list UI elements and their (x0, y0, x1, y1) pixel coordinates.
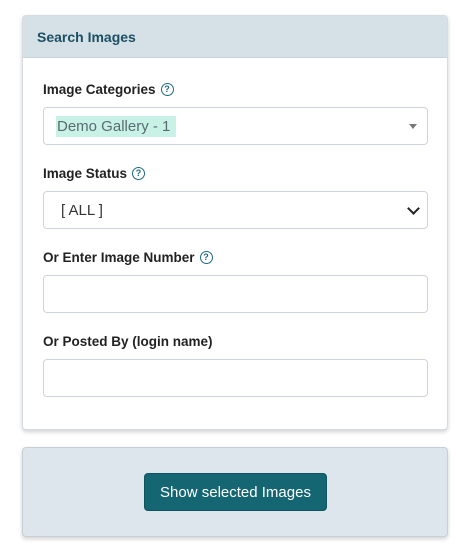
posted-by-label: Or Posted By (login name) (43, 332, 427, 350)
image-categories-select[interactable]: Demo Gallery - 1 (43, 107, 428, 145)
image-categories-selected: Demo Gallery - 1 (56, 115, 177, 137)
panel-title: Search Images (37, 28, 136, 45)
image-status-label: Image Status ? (43, 164, 427, 182)
image-categories-label-text: Image Categories (43, 81, 156, 97)
image-number-label: Or Enter Image Number ? (43, 248, 427, 266)
show-selected-images-button[interactable]: Show selected Images (144, 473, 327, 511)
question-circle-icon[interactable]: ? (199, 250, 213, 264)
question-circle-icon[interactable]: ? (132, 166, 146, 180)
panel-body: Image Categories ? Demo Gallery - 1 Imag… (23, 58, 447, 397)
chevron-down-icon (407, 202, 420, 215)
actions-panel: Show selected Images (22, 447, 448, 537)
panel-header: Search Images (23, 16, 447, 58)
dropdown-caret-icon (409, 124, 417, 129)
image-status-select[interactable]: [ ALL ] (43, 191, 428, 229)
image-status-label-text: Image Status (43, 165, 128, 181)
question-circle-icon[interactable]: ? (160, 82, 174, 96)
image-categories-label: Image Categories ? (43, 80, 427, 98)
image-number-input[interactable] (43, 275, 428, 313)
search-images-panel: Search Images Image Categories ? Demo Ga… (22, 15, 448, 430)
posted-by-label-text: Or Posted By (login name) (43, 333, 213, 349)
posted-by-input[interactable] (43, 359, 428, 397)
image-number-label-text: Or Enter Image Number (43, 249, 195, 265)
image-status-selected: [ ALL ] (61, 201, 103, 219)
